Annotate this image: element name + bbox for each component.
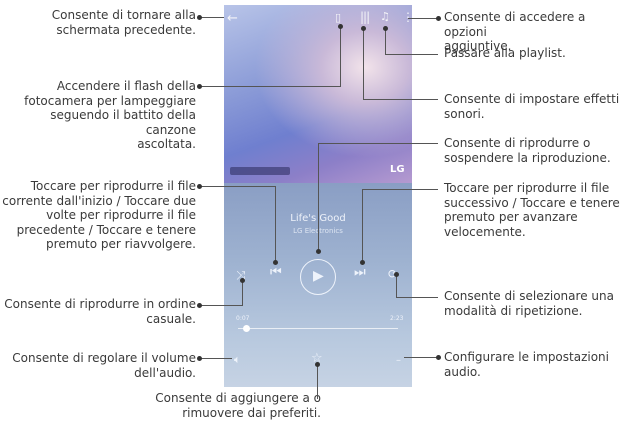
leader-next-h bbox=[362, 189, 438, 190]
dot-shuffle-end bbox=[239, 277, 245, 283]
play-button[interactable]: ▶ bbox=[300, 259, 336, 295]
leader-back bbox=[199, 17, 224, 18]
leader-shuffle-h bbox=[199, 305, 242, 306]
leader-sound-v bbox=[363, 28, 364, 100]
leader-next-v bbox=[362, 189, 363, 262]
callout-next: Toccare per riprodurre il file successiv… bbox=[444, 181, 620, 239]
dot-back bbox=[196, 14, 202, 20]
callout-shuffle: Consente di riprodurre in ordine casuale… bbox=[4, 297, 196, 326]
leader-flash-v bbox=[340, 26, 341, 87]
callout-flash: Accendere il flash della fotocamera per … bbox=[24, 79, 196, 151]
leader-previous-h bbox=[199, 186, 275, 187]
leader-playlist-v bbox=[385, 28, 386, 55]
callout-previous: Toccare per riprodurre il file corrente … bbox=[2, 179, 196, 251]
more-icon[interactable]: ⋮ bbox=[402, 10, 412, 24]
audio-settings-icon[interactable]: – bbox=[396, 355, 401, 366]
callout-volume: Consente di regolare il volume dell'audi… bbox=[12, 351, 196, 380]
leader-play-h bbox=[318, 143, 438, 144]
dot-flash-top bbox=[337, 23, 343, 29]
leader-volume bbox=[199, 358, 232, 359]
leader-playlist-h bbox=[385, 54, 438, 55]
dot-more bbox=[435, 15, 441, 21]
dot-favorite bbox=[314, 361, 320, 367]
dot-previous-end bbox=[272, 259, 278, 265]
playlist-icon[interactable]: ♫ bbox=[380, 10, 390, 23]
leader-more bbox=[408, 18, 438, 19]
dot-shuffle bbox=[196, 302, 202, 308]
leader-shuffle-v bbox=[242, 280, 243, 306]
play-icon: ▶ bbox=[313, 268, 324, 284]
leader-audio bbox=[404, 357, 438, 358]
leader-sound-h bbox=[363, 99, 438, 100]
dot-play bbox=[315, 248, 321, 254]
artist-tag bbox=[230, 167, 290, 175]
dot-sound bbox=[360, 25, 366, 31]
progress-knob[interactable] bbox=[242, 325, 250, 332]
time-total: 2:23 bbox=[390, 315, 404, 322]
leader-favorite-v bbox=[317, 364, 318, 399]
volume-icon[interactable]: 🔈︎ bbox=[234, 353, 241, 367]
callout-play-pause: Consente di riprodurre o sospendere la r… bbox=[444, 136, 611, 165]
dot-audio bbox=[435, 354, 441, 360]
callout-repeat: Consente di selezionare una modalità di … bbox=[444, 289, 614, 318]
dot-next-end bbox=[359, 259, 365, 265]
callout-favorite: Consente di aggiungere a o rimuovere dai… bbox=[155, 391, 321, 420]
callout-audio-settings: Configurare le impostazioni audio. bbox=[444, 350, 609, 379]
previous-icon[interactable]: ⏮ bbox=[270, 265, 282, 280]
callout-playlist: Passare alla playlist. bbox=[444, 46, 566, 60]
callout-back: Consente di tornare alla schermata prece… bbox=[51, 8, 196, 37]
equalizer-icon[interactable]: ||| bbox=[360, 10, 370, 24]
dot-previous bbox=[196, 183, 202, 189]
leader-previous-v bbox=[275, 186, 276, 262]
dot-repeat-end bbox=[393, 271, 399, 277]
time-elapsed: 0:07 bbox=[236, 315, 250, 322]
back-icon[interactable]: ← bbox=[227, 11, 238, 26]
next-icon[interactable]: ⏭ bbox=[354, 265, 366, 280]
flash-icon[interactable]: ▯ bbox=[335, 11, 341, 24]
dot-playlist bbox=[382, 25, 388, 31]
progress-track[interactable] bbox=[238, 328, 398, 329]
leader-repeat-v bbox=[396, 274, 397, 298]
dot-volume bbox=[196, 355, 202, 361]
dot-flash bbox=[196, 83, 202, 89]
leader-repeat-h bbox=[396, 297, 438, 298]
lg-logo: LG bbox=[390, 164, 405, 175]
callout-sound-effects: Consente di impostare effetti sonori. bbox=[444, 92, 620, 121]
leader-flash-h bbox=[199, 86, 341, 87]
leader-play-v bbox=[318, 143, 319, 251]
